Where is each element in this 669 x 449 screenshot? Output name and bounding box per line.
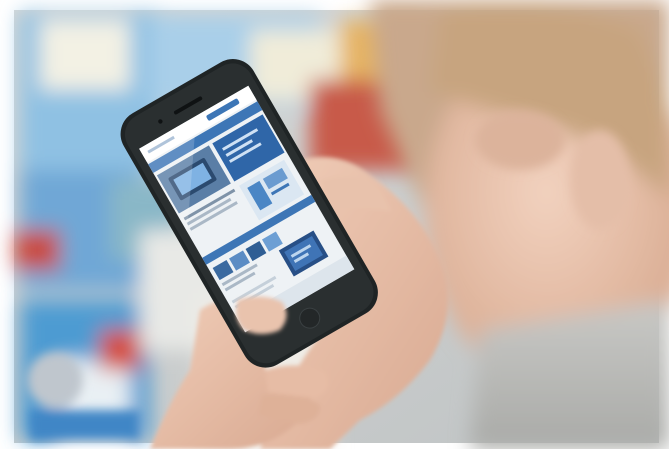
photo-scene: [0, 0, 669, 449]
photo-canvas: [0, 0, 669, 449]
thumb: [236, 296, 287, 334]
